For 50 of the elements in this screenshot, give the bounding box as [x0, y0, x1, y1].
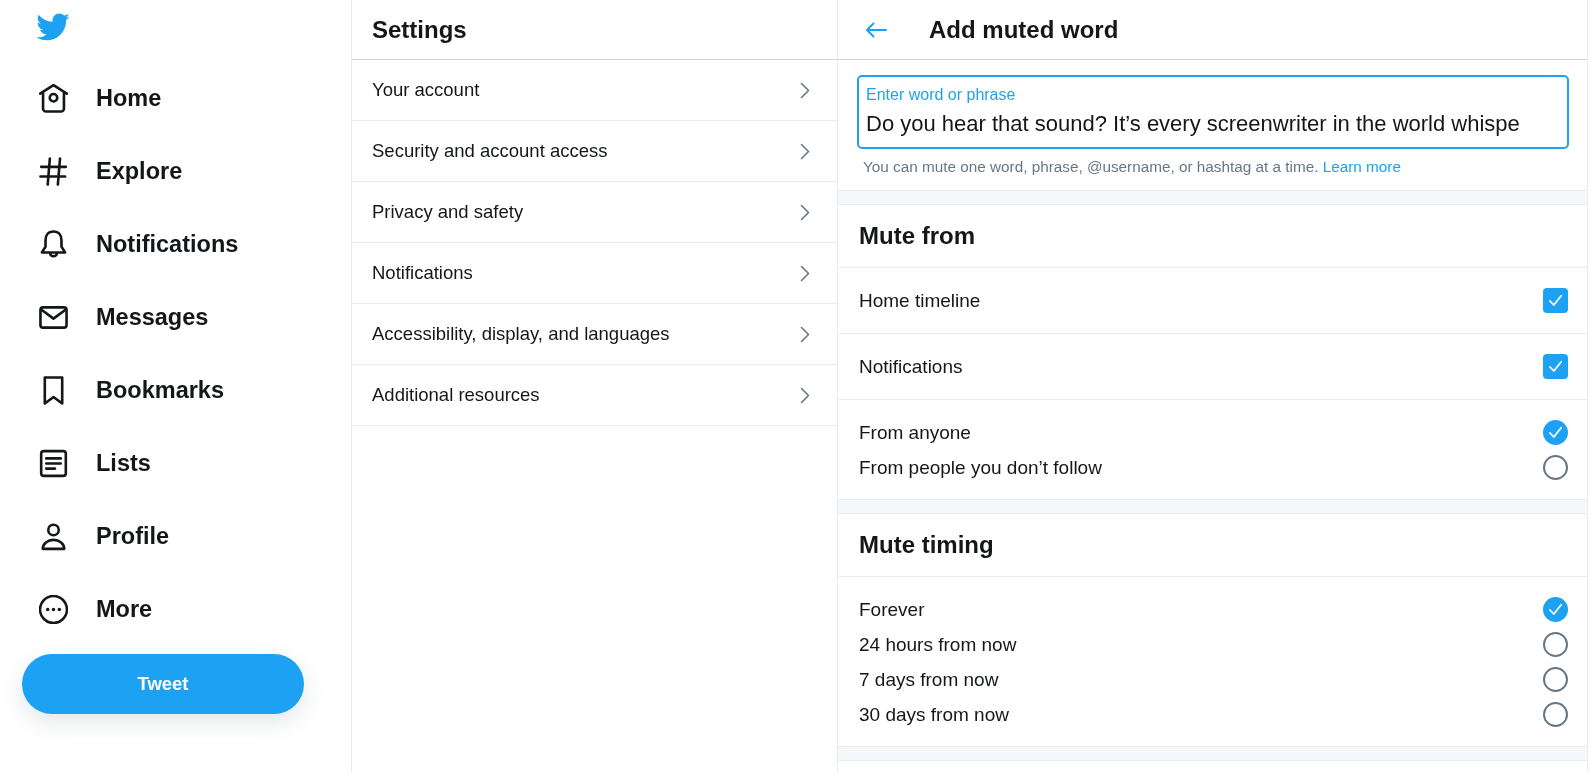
settings-item[interactable]: Accessibility, display, and languages: [352, 304, 837, 365]
chevron-right-icon: [800, 81, 810, 99]
radio-button[interactable]: [1543, 420, 1568, 445]
nav-item[interactable]: Notifications: [27, 219, 253, 269]
settings-item[interactable]: Additional resources: [352, 365, 837, 426]
nav-item[interactable]: Bookmarks: [27, 365, 238, 415]
checkbox[interactable]: [1543, 288, 1568, 313]
more-icon: [39, 594, 68, 624]
chevron-right-icon: [800, 264, 810, 282]
radio-button[interactable]: [1543, 667, 1568, 692]
nav-item[interactable]: Profile: [27, 511, 184, 561]
bell-icon: [39, 229, 68, 259]
option-label: 30 days from now: [859, 703, 1009, 726]
chevron-right-icon: [800, 203, 810, 221]
section-title: Mute timing: [859, 531, 994, 559]
option-label: 7 days from now: [859, 668, 999, 691]
page-title: Add muted word: [929, 15, 1119, 44]
nav-item[interactable]: Explore: [27, 146, 197, 196]
radio-button[interactable]: [1543, 455, 1568, 480]
back-arrow-icon[interactable]: [865, 21, 887, 38]
radio-button[interactable]: [1543, 702, 1568, 727]
nav-item[interactable]: Messages: [27, 292, 223, 342]
bird-icon[interactable]: [35, 12, 70, 42]
chevron-right-icon: [800, 325, 810, 343]
option-label: Forever: [859, 598, 925, 621]
home-icon: [39, 83, 68, 113]
settings-item[interactable]: Privacy and safety: [352, 182, 837, 243]
settings-item[interactable]: Security and account access: [352, 121, 837, 182]
option-label: From people you don’t follow: [859, 456, 1102, 479]
hashtag-icon: [39, 156, 68, 186]
word-input-field[interactable]: Enter word or phrase Do you hear that sound? It’s every screenwriter in the world whispe: [857, 75, 1569, 149]
section-title: Mute from: [859, 222, 975, 250]
checkbox[interactable]: [1543, 354, 1568, 379]
option-label: 24 hours from now: [859, 633, 1017, 656]
settings-item[interactable]: Your account: [352, 60, 837, 121]
option-label: Home timeline: [859, 289, 981, 312]
chevron-right-icon: [800, 142, 810, 160]
nav-item[interactable]: More: [27, 584, 167, 634]
helper-text: You can mute one word, phrase, @username, or hashtag at a time. Learn more: [863, 157, 1402, 176]
chevron-right-icon: [800, 386, 810, 404]
settings-item[interactable]: Notifications: [352, 243, 837, 304]
list-icon: [39, 448, 68, 478]
radio-button[interactable]: [1543, 632, 1568, 657]
person-icon: [39, 521, 68, 551]
option-label: From anyone: [859, 421, 971, 444]
settings-title: Settings: [372, 15, 467, 44]
nav-item[interactable]: Lists: [27, 438, 165, 488]
radio-button[interactable]: [1543, 597, 1568, 622]
nav-item[interactable]: Home: [27, 73, 176, 123]
option-label: Notifications: [859, 355, 963, 378]
